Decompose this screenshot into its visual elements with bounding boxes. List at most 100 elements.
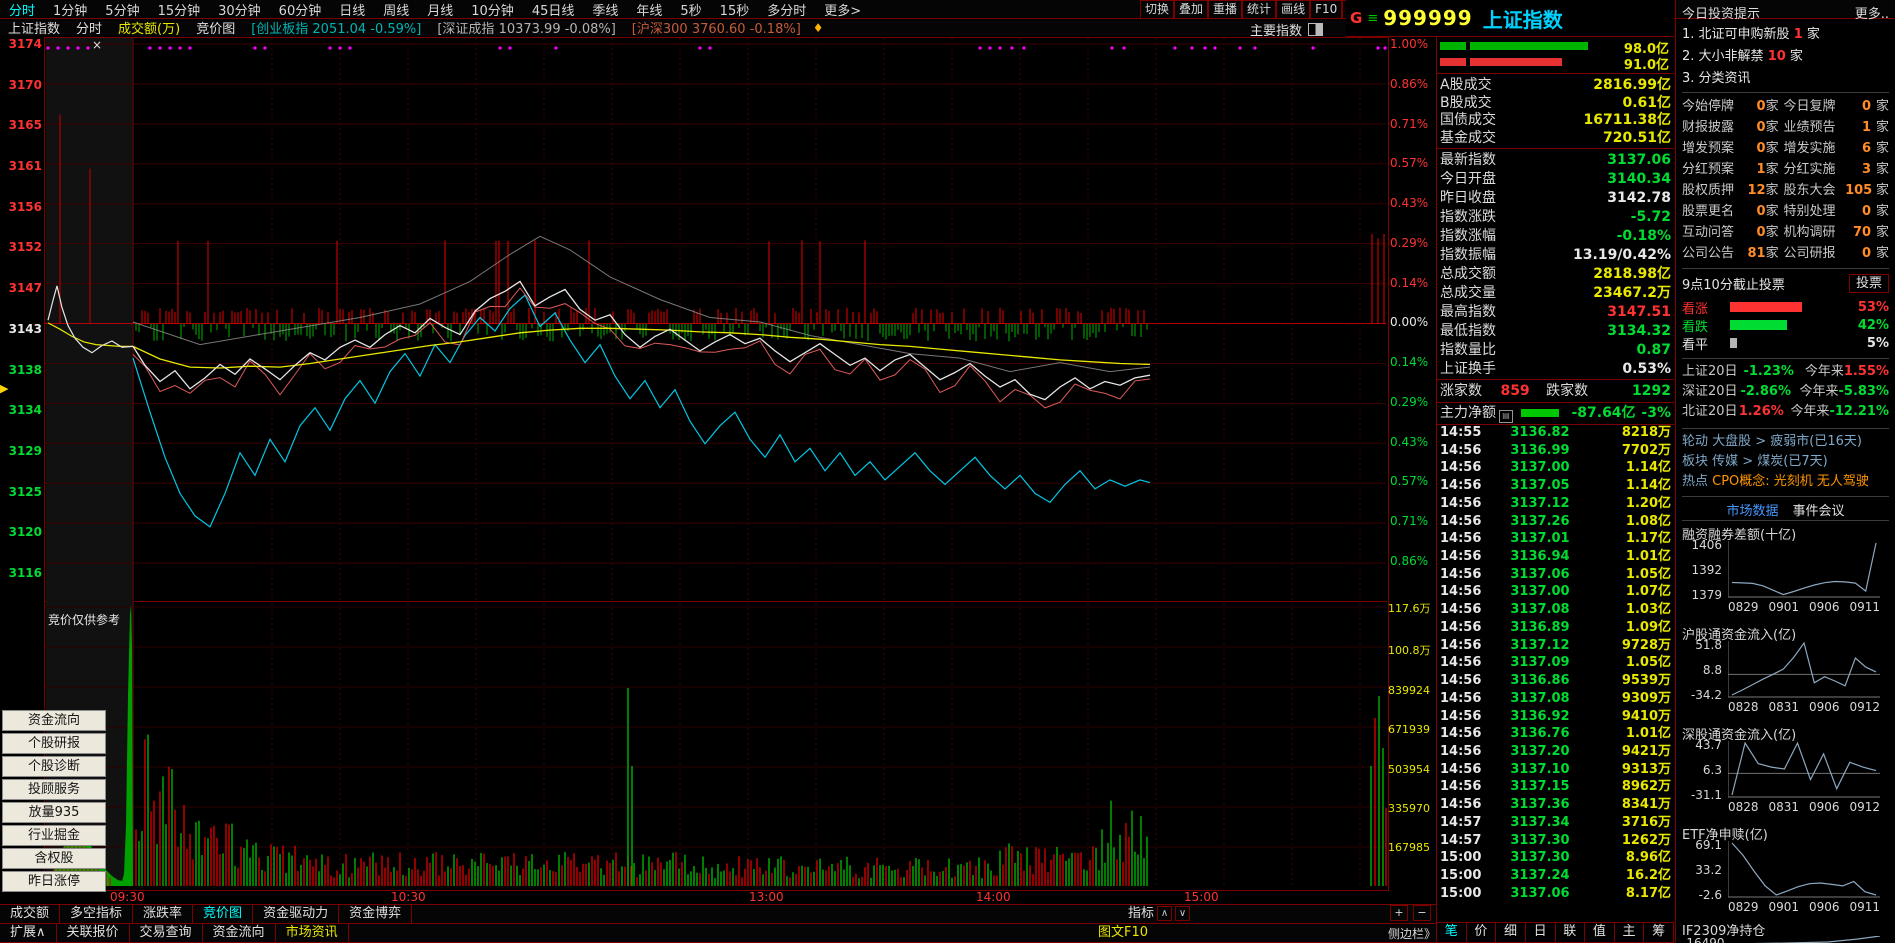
volume-axis-label: 503954 [1388,762,1430,776]
main-intraday-chart[interactable] [0,0,1437,943]
quote-footer-tab[interactable]: 主 [1615,923,1645,942]
stat-label: 增发预案 [1682,141,1735,156]
notice-item[interactable]: 1. 北证可申购新股 1 家 [1682,24,1889,46]
quick-button[interactable]: 个股研报 [2,733,106,754]
function-tab[interactable]: 交易查询 [130,924,203,942]
data-tab[interactable]: 市场数据 [1726,500,1778,519]
quick-button[interactable]: 个股诊断 [2,756,106,777]
price-axis-label: 3143 [8,321,42,336]
time-axis: 09:30 10:30 13:00 14:00 15:00 [44,889,1387,905]
quick-button[interactable]: 含权股 [2,848,106,869]
ytick: 69.1 [1695,838,1722,852]
tick-price: 3136.92 [1510,708,1570,724]
stock-code[interactable]: 999999 [1383,6,1473,30]
tick-row: 14:56 3137.00 1.07亿 [1440,584,1671,600]
mini-chart-title: IF2309净持仓 [1682,924,1766,939]
hotspot-row[interactable]: 热点 CPO概念: 光刻机 无人驾驶 [1682,472,1889,492]
stats-row[interactable]: 今始停牌 0 家今日复牌 0 家 [1682,96,1889,117]
sell-amount: 91.0亿 [1623,58,1669,73]
indicator-tab[interactable]: 资金驱动力 [253,905,340,923]
stats-row[interactable]: 股票更名 0 家特别处理 0 家 [1682,201,1889,222]
quote-footer-tab[interactable]: 日 [1526,923,1556,942]
data-tab[interactable]: 事件会议 [1793,500,1845,519]
stats-row[interactable]: 分红预案 1 家分红实施 3 家 [1682,159,1889,180]
stock-name[interactable]: 上证指数 [1483,4,1563,33]
tick-price: 3137.24 [1510,867,1570,883]
indicator-up-icon[interactable]: ∧ [1157,906,1173,921]
tick-price: 3137.36 [1510,797,1570,813]
function-tab[interactable]: 市场资讯 [276,924,349,942]
tick-row: 14:55 3136.82 8218万 [1440,425,1671,441]
stats-row[interactable]: 互动问答 0 家机构调研 70 家 [1682,222,1889,243]
ytick: 1392 [1691,563,1722,577]
tick-amount: 1.17亿 [1625,531,1671,547]
stats-row[interactable]: 增发预案 0 家增发实施 6 家 [1682,138,1889,159]
divider [1682,428,1889,429]
tick-price: 3137.12 [1510,495,1570,511]
field-value: 3140.34 [1607,171,1671,187]
indicator-tab[interactable]: 多空指标 [60,905,134,923]
stat-unit: 家 [1765,225,1779,240]
quote-footer-tab[interactable]: 值 [1585,923,1615,942]
quick-button[interactable]: 投顾服务 [2,779,106,800]
hotspot-row[interactable]: 板块 传媒 > 煤炭(已7天) [1682,452,1889,472]
zoom-in-button[interactable]: + [1390,905,1408,921]
quick-button[interactable]: 资金流向 [2,710,106,731]
function-tab-row: 扩展∧ 关联报价 交易查询 资金流向 市场资讯 [0,923,1437,943]
tick-time: 14:56 [1440,761,1482,777]
main-net-label: 主力净额 [1440,405,1496,421]
price-axis-label: 3165 [8,118,42,133]
sidebar-toggle-button[interactable]: 侧边栏》 [1388,925,1436,942]
quote-footer-tab[interactable]: 笔 [1437,923,1467,942]
tick-time: 14:57 [1440,814,1482,830]
quote-footer-tab[interactable]: 联 [1556,923,1586,942]
quote-footer-tab[interactable]: 价 [1467,923,1497,942]
hotspot-text: CPO概念: 光刻机 无人驾驶 [1712,474,1869,489]
tick-price: 3136.86 [1510,673,1570,689]
function-tab[interactable]: 关联报价 [57,924,130,942]
vote-button[interactable]: 投票 [1848,274,1889,293]
notice-text: 分类资讯 [1698,71,1751,86]
indicator-tab[interactable]: 涨跌率 [133,905,194,923]
quick-button[interactable]: 昨日涨停 [2,871,106,892]
vote-bar-row: 看涨 53% [1682,298,1889,317]
volume-fields: A股成交 2816.99亿 B股成交 0.61亿 国债成交 16711.38亿 基金成交 72… [1440,77,1671,147]
close-icon[interactable]: × [92,38,102,52]
indicator-tab[interactable]: 竞价图 [193,905,254,923]
indicator-down-icon[interactable]: ∨ [1175,906,1191,921]
sell-bar-icon [1440,58,1466,66]
tick-list[interactable]: 14:55 3136.82 8218万 14:56 3136.99 7702万 14:56 3… [1440,425,1671,902]
stats-row[interactable]: 公司公告 81 家公司研报 0 家 [1682,243,1889,264]
function-tab[interactable]: 资金流向 [203,924,276,942]
tick-time: 14:55 [1440,425,1482,440]
sell-depth-row: 91.0亿 [1440,56,1671,73]
quick-button[interactable]: 放量935 [2,802,106,823]
more-link[interactable]: 更多.. [1855,3,1889,22]
notice-item[interactable]: 2. 大小非解禁 10 家 [1682,46,1889,68]
tick-price: 3137.05 [1510,478,1570,494]
price-axis-label: 3152 [8,240,42,255]
indicator-tab[interactable]: 成交额 [0,905,61,923]
quote-footer-tabs: 笔价细日联值主筹 [1437,922,1674,943]
indicator-label[interactable]: 指标 ∧ ∨ [1128,905,1191,922]
function-tab[interactable]: 扩展∧ [0,924,57,942]
detail-list-icon[interactable]: ▤ [1499,410,1513,423]
hotspot-row[interactable]: 轮动 大盘股 > 疲弱市(已16天) [1682,432,1889,452]
notice-item[interactable]: 3. 分类资讯 [1682,68,1889,90]
stat-value: 6 [1862,141,1872,156]
volume-axis-label: 839924 [1388,684,1430,698]
quote-footer-tab[interactable]: 筹 [1644,923,1674,942]
quote-footer-tab[interactable]: 细 [1496,923,1526,942]
percent-axis-label: 0.29% [1390,235,1429,250]
sidebar-expand-icon[interactable]: ▶ [0,382,8,395]
tick-price: 3137.01 [1510,531,1570,547]
tick-price: 3136.94 [1510,549,1570,565]
ytd-label: 今年来 [1804,364,1844,379]
price-axis-label: 3138 [8,362,42,377]
zoom-out-button[interactable]: − [1413,905,1431,921]
indicator-tab[interactable]: 资金博弈 [339,905,413,923]
stats-row[interactable]: 股权质押 12 家股东大会 105 家 [1682,180,1889,201]
quick-button[interactable]: 行业掘金 [2,825,106,846]
graphic-f10-button[interactable]: 图文F10 [1098,924,1148,941]
stats-row[interactable]: 财报披露 0 家业绩预告 1 家 [1682,117,1889,138]
